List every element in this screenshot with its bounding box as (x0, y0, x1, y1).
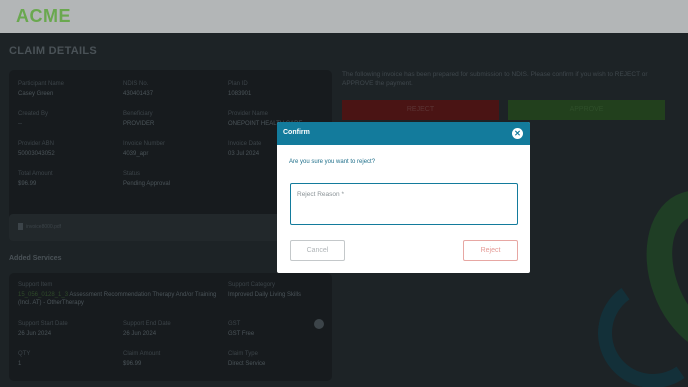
dialog-question: Are you sure you want to reject? (289, 159, 376, 165)
dialog-title: Confirm (283, 129, 310, 136)
reject-reason-box (290, 183, 518, 225)
confirm-reject-button[interactable]: Reject (463, 240, 518, 261)
close-icon[interactable]: ✕ (512, 128, 523, 139)
dialog-header: Confirm ✕ (277, 122, 530, 145)
reject-reason-input[interactable] (291, 184, 517, 224)
confirm-dialog: Confirm ✕ Are you sure you want to rejec… (277, 122, 530, 273)
cancel-button[interactable]: Cancel (290, 240, 345, 261)
